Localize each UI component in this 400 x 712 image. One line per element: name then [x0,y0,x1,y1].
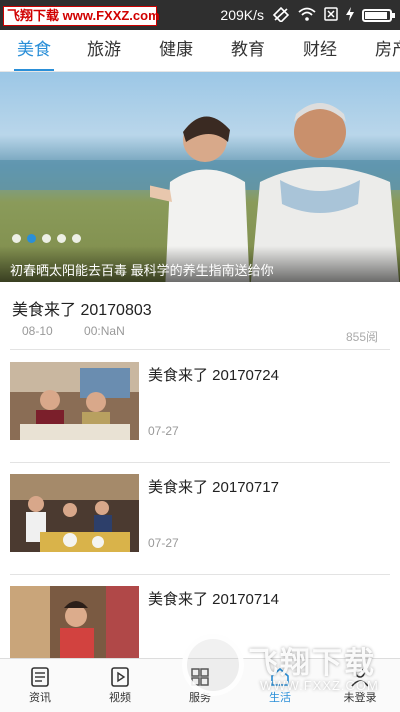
network-speed: 209K/s [220,7,264,23]
wifi-icon [298,7,316,24]
headline-views: 855阅 [345,330,378,344]
list-item-title: 美食来了 20170714 [148,591,279,608]
list-item-title: 美食来了 20170724 [148,367,279,384]
headline-time: 00:NaN [84,324,125,338]
nav-video[interactable]: 视频 [80,659,160,712]
pagination-dot[interactable] [42,234,51,243]
news-icon [31,667,49,687]
nav-news[interactable]: 资讯 [0,659,80,712]
tab-finance[interactable]: 财经 [284,30,356,71]
tab-travel[interactable]: 旅游 [68,30,140,71]
list-item-title: 美食来了 20170717 [148,479,279,496]
pagination-dot[interactable] [72,234,81,243]
status-icons: 209K/s [220,0,395,30]
charging-icon [346,6,354,24]
banner-caption: 初春晒太阳能去百毒 最科学的养生指南送给你 [0,246,400,282]
download-site-watermark: 飞翔下载 WWW.FXXZ.COM [182,632,392,712]
tab-real-estate[interactable]: 房产 [356,30,400,71]
video-thumbnail [10,474,139,552]
watermark-big-text: 飞翔下载 [248,647,376,680]
headline-title: 美食来了 20170803 [12,302,152,319]
list-item-date: 07-27 [148,424,179,438]
headline-meta: 08-10 00:NaN [22,324,153,338]
rotate-lock-icon [272,6,290,25]
banner-pagination [12,234,81,243]
pagination-dot[interactable] [57,234,66,243]
video-thumbnail [10,586,139,658]
watermark-banner: 飞翔下载 www.FXXZ.com [3,6,160,26]
watermark-logo-icon [182,634,244,696]
watermark-url: WWW.FXXZ.COM [260,678,379,693]
tab-education[interactable]: 教育 [212,30,284,71]
list-item[interactable]: 美食来了 20170717 07-27 [0,462,400,574]
headline-article[interactable]: 美食来了 20170803 08-10 00:NaN 855阅 [0,282,400,350]
video-icon [111,667,129,687]
nav-label: 视频 [109,692,131,704]
pagination-dot[interactable] [12,234,21,243]
featured-banner[interactable]: 初春晒太阳能去百毒 最科学的养生指南送给你 [0,72,400,282]
status-bar: 飞翔下载 www.FXXZ.com 209K/s [0,0,400,30]
list-item[interactable]: 美食来了 20170724 07-27 [0,350,400,462]
tab-food[interactable]: 美食 [0,30,68,71]
headline-date: 08-10 [22,324,53,338]
category-tabs: 美食 旅游 健康 教育 财经 房产 [0,30,400,72]
video-thumbnail [10,362,139,440]
nav-label: 资讯 [29,692,51,704]
sim-off-icon [324,6,338,24]
tab-health[interactable]: 健康 [140,30,212,71]
battery-icon [362,8,395,22]
pagination-dot-active[interactable] [27,234,36,243]
list-item-date: 07-27 [148,536,179,550]
